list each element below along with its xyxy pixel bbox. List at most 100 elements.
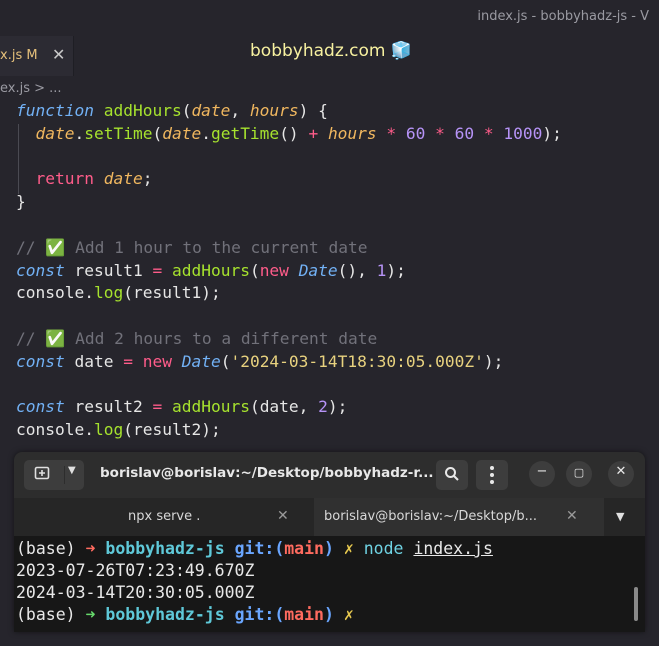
close-icon[interactable]: ✕ — [277, 508, 289, 524]
code-comment: // ✅ Add 1 hour to the current date — [16, 237, 368, 257]
keyword: new — [142, 351, 172, 371]
variable: date — [74, 351, 114, 371]
terminal-tab[interactable]: npx serve . ✕ — [14, 498, 314, 536]
git-label: git:( — [234, 605, 285, 624]
class-name: Date — [298, 260, 338, 280]
search-button[interactable] — [436, 460, 468, 490]
code-line: date.setTime(date.getTime() + hours * 60… — [35, 123, 562, 143]
kebab-menu-icon — [489, 464, 495, 490]
git-branch: main — [284, 605, 324, 624]
param: hours — [327, 123, 377, 143]
git-branch: main — [284, 539, 324, 558]
param: date — [35, 123, 75, 143]
class-name: Date — [181, 351, 221, 371]
close-window-button[interactable]: ✕ — [608, 461, 634, 487]
code-area[interactable]: function addHours(date, hours) { date.se… — [16, 100, 562, 442]
variable: result2 — [74, 397, 143, 417]
method: log — [93, 420, 124, 440]
git-label-close: ) — [324, 605, 334, 624]
git-label: git:( — [234, 539, 285, 558]
git-label-close: ) — [324, 539, 334, 558]
dirty-icon: ✗ — [343, 539, 354, 558]
variable: result1 — [74, 260, 143, 280]
editor-tab-index-js[interactable]: x.js M ✕ — [0, 36, 74, 76]
terminal-scrollbar[interactable] — [634, 587, 638, 621]
output-line: 2023-07-26T07:23:49.670Z — [16, 561, 255, 580]
conda-env: (base) — [16, 539, 76, 558]
brand-watermark: bobbyhadz.com 🧊 — [250, 41, 413, 61]
param: hours — [249, 101, 299, 120]
prompt-arrow-icon: ➜ — [85, 539, 96, 558]
code-line: const date = new Date('2024-03-14T18:30:… — [16, 351, 504, 371]
function-name: addHours — [103, 101, 182, 120]
number: 1 — [376, 260, 387, 280]
minimize-icon: − — [536, 464, 548, 479]
editor-tab-bar: x.js M ✕ bobbyhadz.com 🧊 — [0, 36, 659, 76]
number: 2 — [318, 397, 328, 417]
minimize-button[interactable]: − — [529, 461, 555, 487]
prompt-arrow-icon: ➜ — [85, 605, 96, 624]
prompt-line: (base) ➜ bobbyhadz-js git:(main) ✗ — [16, 604, 493, 626]
tab-label: x.js M — [0, 48, 38, 63]
terminal-tab-active[interactable]: borislav@borislav:~/Desktop/b... ✕ — [314, 498, 604, 536]
terminal-header: ▼ borislav@borislav:~/Desktop/bobbyhadz-… — [14, 452, 645, 498]
method: log — [93, 283, 124, 303]
search-icon — [444, 466, 460, 486]
command: node — [363, 539, 404, 558]
close-icon[interactable]: ✕ — [566, 508, 578, 524]
keyword: const — [16, 397, 65, 417]
close-icon[interactable]: ✕ — [52, 45, 65, 64]
maximize-icon: ▢ — [573, 466, 585, 479]
keyword: return — [35, 169, 94, 189]
code-line: console.log(result1); — [16, 283, 221, 303]
new-tab-button[interactable]: ▼ — [24, 460, 84, 490]
method: getTime — [210, 123, 280, 143]
keyword: const — [16, 351, 65, 371]
keyword: function — [16, 101, 94, 120]
method: setTime — [84, 123, 153, 143]
menu-button[interactable] — [476, 460, 508, 490]
terminal-tab-bar: npx serve . ✕ borislav@borislav:~/Deskto… — [14, 498, 645, 536]
chevron-down-icon[interactable]: ▼ — [68, 465, 76, 476]
code-comment: // ✅ Add 2 hours to a different date — [16, 328, 378, 348]
string: '2024-03-14T18:30:05.000Z' — [230, 351, 484, 371]
keyword: const — [16, 260, 65, 280]
new-tab-icon — [34, 465, 50, 485]
terminal-output[interactable]: (base) ➜ bobbyhadz-js git:(main) ✗ node … — [16, 538, 493, 626]
variable: result1 — [132, 283, 202, 303]
code-line: function addHours(date, hours) { — [16, 101, 328, 120]
number: 1000 — [503, 123, 543, 143]
variable: date — [259, 397, 299, 417]
title-bar: index.js - bobbyhadz-js - V — [0, 0, 659, 36]
prompt-line: (base) ➜ bobbyhadz-js git:(main) ✗ node … — [16, 538, 493, 560]
terminal-window: ▼ borislav@borislav:~/Desktop/bobbyhadz-… — [14, 452, 645, 632]
code-line: const result1 = addHours(new Date(), 1); — [16, 260, 406, 280]
code-line: console.log(result2); — [16, 420, 221, 440]
object: console — [16, 283, 85, 303]
prompt-dir: bobbyhadz-js — [105, 605, 225, 624]
close-icon: ✕ — [615, 464, 627, 479]
chevron-down-icon[interactable]: ▼ — [616, 510, 624, 523]
command-arg: index.js — [413, 539, 493, 558]
function-name: addHours — [171, 260, 250, 280]
object: console — [16, 420, 85, 440]
breadcrumb[interactable]: ex.js > ... — [0, 81, 62, 96]
prompt-dir: bobbyhadz-js — [105, 539, 225, 558]
maximize-button[interactable]: ▢ — [566, 461, 592, 487]
number: 60 — [405, 123, 426, 143]
conda-env: (base) — [16, 605, 76, 624]
function-name: addHours — [171, 397, 250, 417]
keyword: new — [259, 260, 289, 280]
param: date — [162, 123, 202, 143]
code-line: return date; — [35, 169, 153, 189]
variable: result2 — [132, 420, 202, 440]
dirty-icon: ✗ — [343, 605, 354, 624]
param: date — [191, 101, 231, 120]
terminal-tab-label: npx serve . — [128, 509, 201, 524]
code-line: const result2 = addHours(date, 2); — [16, 397, 348, 417]
number: 60 — [454, 123, 475, 143]
